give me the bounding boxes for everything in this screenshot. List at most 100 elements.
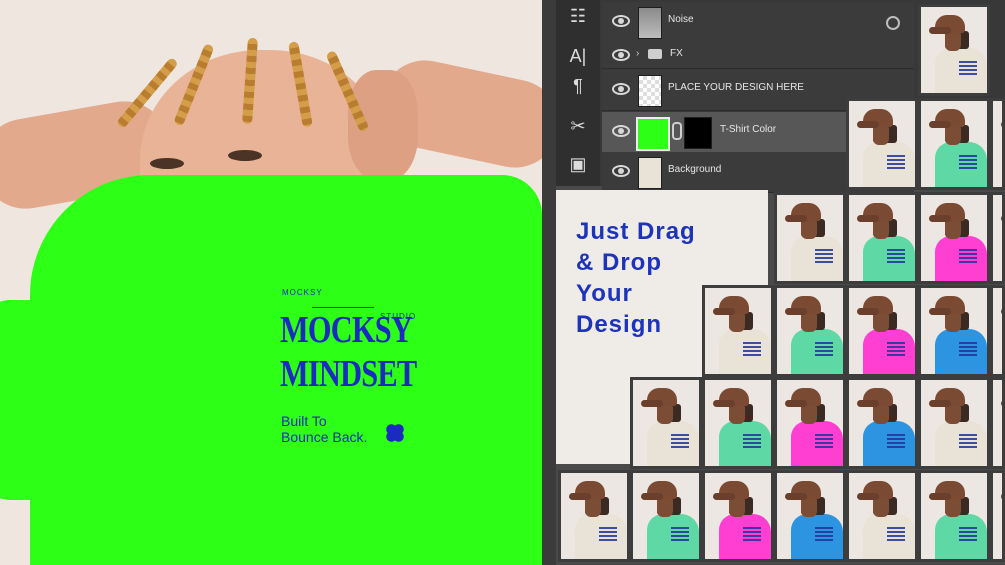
link-icon [672,122,682,140]
scissors-tool-icon[interactable]: ✂ [564,114,592,138]
layer-noise[interactable]: Noise [602,2,914,43]
thumbnail-cap-brim [857,308,879,315]
thumbnail-cap-brim [1001,121,1002,128]
mockup-thumbnail [918,4,990,96]
thumbnail-print [959,527,977,543]
thumbnail-cap-brim [929,400,951,407]
mockup-thumbnail [918,470,990,562]
thumbnail-cap-brim [785,308,807,315]
thumbnail-print [959,249,977,265]
headline-line: & Drop [576,249,662,276]
mockup-thumbnail [774,470,846,562]
thumbnail-cap-brim [1001,308,1002,315]
mockup-thumbnail [846,285,918,377]
layer-name: FX [670,48,683,59]
thumbnail-cap-brim [713,400,735,407]
hero-photo: MOCKSY STUDIO MOCKSY MINDSET Built To Bo… [0,0,542,565]
mockup-thumbnail [630,377,702,469]
thumbnail-print [815,527,833,543]
mockup-thumbnail [918,285,990,377]
mockup-thumbnail [918,98,990,190]
mockup-thumbnail [990,470,1005,562]
mockup-thumbnail [774,377,846,469]
headline-line: Just Drag [576,218,696,245]
thumbnail-print [887,249,905,265]
thumbnail-cap-brim [929,27,951,34]
mask-thumbnail [684,117,712,149]
chevron-right-icon[interactable]: › [636,48,639,59]
mockup-thumbnail [990,98,1005,190]
mockup-thumbnail [630,470,702,562]
thumbnail-cap-brim [929,493,951,500]
thumbnail-print [959,61,977,77]
thumbnail-cap-brim [929,308,951,315]
thumbnail-print [815,342,833,358]
thumbnail-print [887,342,905,358]
thumbnail-cap-brim [785,400,807,407]
mockup-thumbnail [846,470,918,562]
print-tagline-2: Bounce Back. [281,429,368,445]
thumbnail-cap-brim [929,215,951,222]
layer-thumbnail [636,117,670,151]
layer-thumbnail [638,7,662,39]
thumbnail-print [959,342,977,358]
thumbnail-cap-brim [857,215,879,222]
mockup-thumbnail [918,192,990,284]
mockup-thumbnail [702,377,774,469]
print-title-1: MOCKSY [280,309,413,351]
thumbnail-print [887,434,905,450]
layer-thumbnail [638,157,662,189]
layer-thumbnail [638,75,662,107]
thumbnail-print [743,434,761,450]
mockup-thumbnail [846,98,918,190]
mockup-thumbnail [918,377,990,469]
thumbnail-cap-brim [857,400,879,407]
thumbnail-cap-brim [857,493,879,500]
layer-name: PLACE YOUR DESIGN HERE [668,82,804,93]
thumbnail-cap-brim [1001,400,1002,407]
layer-fx-group[interactable]: › FX [602,42,914,69]
visibility-eye-icon[interactable] [612,83,630,95]
visibility-eye-icon[interactable] [612,165,630,177]
mockup-thumbnail [774,285,846,377]
thumbnail-cap-brim [641,493,663,500]
mockup-thumbnail [702,285,774,377]
layer-name: T-Shirt Color [720,124,777,135]
folder-icon [648,49,662,59]
tool-strip: ☷ A| ¶ ✂ ▣ [556,0,600,186]
mockup-thumbnail [558,470,630,562]
mockup-thumbnail [990,377,1005,469]
thumbnail-cap-brim [569,493,591,500]
panel-tool-icon[interactable]: ▣ [564,152,592,176]
thumbnail-print [959,155,977,171]
visibility-eye-icon[interactable] [612,15,630,27]
thumbnail-print [815,249,833,265]
print-title-2: MINDSET [280,353,417,395]
thumbnail-print [671,527,689,543]
thumbnail-cap-brim [713,308,735,315]
left-eye [150,158,184,169]
thumbnail-cap-brim [785,215,807,222]
thumbnail-print [815,434,833,450]
stamp-tool-icon[interactable]: ☷ [564,4,592,28]
mockup-thumbnail [846,377,918,469]
print-logo-icon [386,424,404,442]
thumbnail-cap-brim [1001,493,1002,500]
thumbnail-cap-brim [857,121,879,128]
character-tool-icon[interactable]: A| [564,44,592,68]
thumbnail-cap-brim [713,493,735,500]
mockup-thumbnail [990,285,1005,377]
thumbnail-print [959,434,977,450]
paragraph-tool-icon[interactable]: ¶ [564,74,592,98]
tshirt-sleeve [0,300,70,500]
layer-name: Noise [668,14,694,25]
thumbnail-print [671,434,689,450]
mockup-thumbnail [990,192,1005,284]
visibility-eye-icon[interactable] [612,49,630,61]
thumbnail-print [743,527,761,543]
thumbnail-cap-brim [785,493,807,500]
visibility-eye-icon[interactable] [612,125,630,137]
mockup-thumbnail [846,192,918,284]
divider [542,0,556,565]
thumbnail-cap-brim [1001,215,1002,222]
